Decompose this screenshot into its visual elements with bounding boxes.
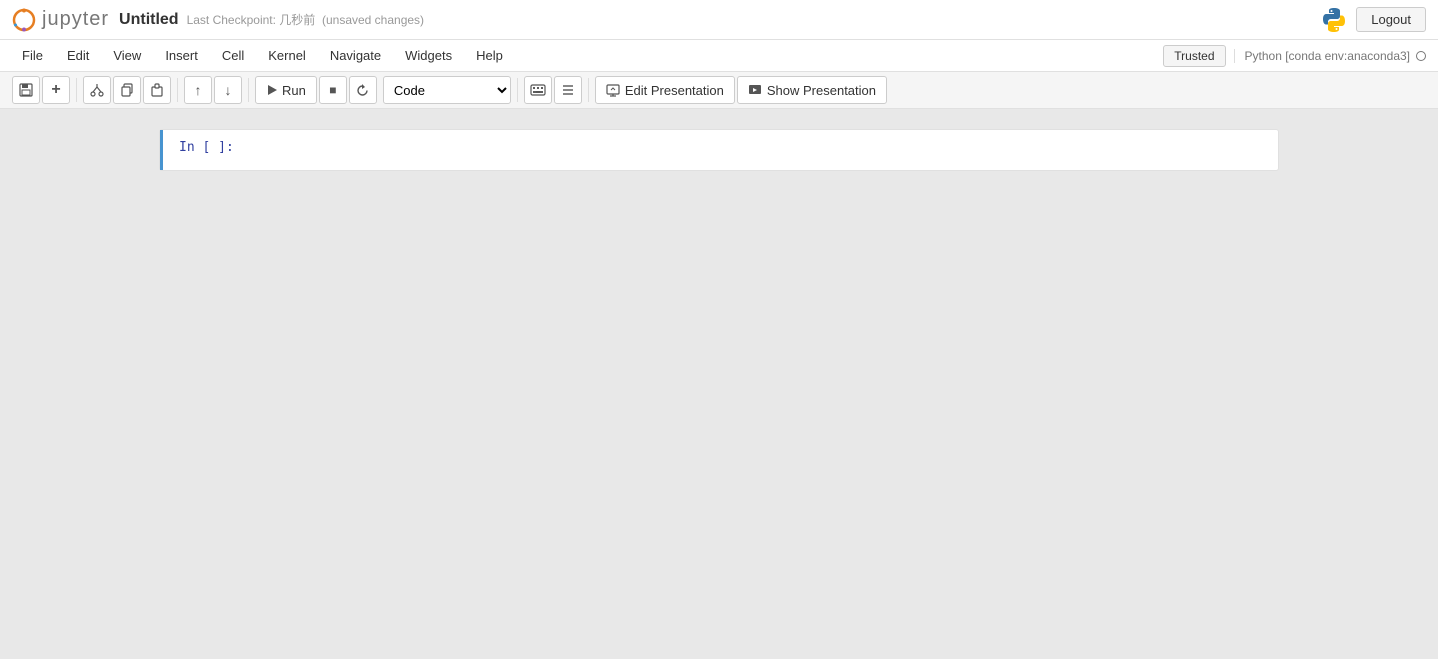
menu-cell[interactable]: Cell bbox=[212, 44, 254, 67]
toolbar-separator-4 bbox=[517, 78, 518, 102]
menu-bar: File Edit View Insert Cell Kernel Naviga… bbox=[0, 40, 1438, 72]
save-icon bbox=[19, 83, 33, 97]
menu-file[interactable]: File bbox=[12, 44, 53, 67]
add-cell-button[interactable]: + bbox=[42, 76, 70, 104]
menu-view[interactable]: View bbox=[103, 44, 151, 67]
python-logo-icon bbox=[1320, 6, 1348, 34]
run-button[interactable]: Run bbox=[255, 76, 317, 104]
keyboard-shortcuts-button[interactable] bbox=[524, 76, 552, 104]
menu-widgets[interactable]: Widgets bbox=[395, 44, 462, 67]
notebook-area: In [ ]: bbox=[0, 109, 1438, 191]
cell-input[interactable] bbox=[243, 130, 1278, 170]
run-label: Run bbox=[282, 83, 306, 98]
menu-kernel[interactable]: Kernel bbox=[258, 44, 316, 67]
edit-presentation-label: Edit Presentation bbox=[625, 83, 724, 98]
toolbar-separator-1 bbox=[76, 78, 77, 102]
move-down-button[interactable]: ↓ bbox=[214, 76, 242, 104]
paste-button[interactable] bbox=[143, 76, 171, 104]
edit-presentation-button[interactable]: Edit Presentation bbox=[595, 76, 735, 104]
title-bar: jupyter Untitled Last Checkpoint: 几秒前 (u… bbox=[0, 0, 1438, 40]
toolbar-separator-5 bbox=[588, 78, 589, 102]
restart-button[interactable] bbox=[349, 76, 377, 104]
notebook-title[interactable]: Untitled bbox=[119, 11, 179, 29]
toggle-outline-button[interactable] bbox=[554, 76, 582, 104]
kernel-info: Python [conda env:anaconda3] bbox=[1234, 49, 1426, 63]
menu-edit[interactable]: Edit bbox=[57, 44, 99, 67]
restart-icon bbox=[356, 84, 369, 97]
kernel-name: Python [conda env:anaconda3] bbox=[1245, 49, 1410, 63]
toolbar-separator-3 bbox=[248, 78, 249, 102]
cell-prompt: In [ ]: bbox=[163, 130, 243, 170]
stop-icon: ■ bbox=[329, 83, 336, 97]
keyboard-icon bbox=[530, 84, 546, 96]
logout-button[interactable]: Logout bbox=[1356, 7, 1426, 32]
notebook-container: In [ ]: bbox=[159, 129, 1279, 171]
menu-help[interactable]: Help bbox=[466, 44, 513, 67]
show-presentation-label: Show Presentation bbox=[767, 83, 876, 98]
menu-insert[interactable]: Insert bbox=[155, 44, 208, 67]
plus-icon: + bbox=[51, 81, 60, 99]
cut-button[interactable] bbox=[83, 76, 111, 104]
stop-button[interactable]: ■ bbox=[319, 76, 347, 104]
toolbar-separator-2 bbox=[177, 78, 178, 102]
cell-type-select[interactable]: Code Markdown Raw NBConvert Heading bbox=[383, 76, 511, 104]
copy-button[interactable] bbox=[113, 76, 141, 104]
toolbar: + ↑ ↓ Run bbox=[0, 72, 1438, 109]
list-icon bbox=[561, 83, 575, 97]
copy-icon bbox=[120, 83, 134, 97]
title-bar-right: Logout bbox=[1320, 6, 1426, 34]
move-down-icon: ↓ bbox=[225, 82, 232, 98]
paste-icon bbox=[150, 83, 164, 97]
checkpoint-info: Last Checkpoint: 几秒前 (unsaved changes) bbox=[187, 11, 424, 28]
jupyter-icon bbox=[12, 8, 36, 32]
trusted-button[interactable]: Trusted bbox=[1163, 45, 1225, 67]
menu-right: Trusted Python [conda env:anaconda3] bbox=[1163, 45, 1426, 67]
move-up-icon: ↑ bbox=[195, 82, 202, 98]
jupyter-wordmark: jupyter bbox=[42, 8, 109, 31]
run-icon bbox=[266, 84, 278, 96]
kernel-status-circle bbox=[1416, 51, 1426, 61]
code-cell[interactable]: In [ ]: bbox=[160, 130, 1278, 170]
show-presentation-icon bbox=[748, 83, 762, 97]
edit-presentation-icon bbox=[606, 83, 620, 97]
jupyter-logo: jupyter bbox=[12, 8, 109, 32]
move-up-button[interactable]: ↑ bbox=[184, 76, 212, 104]
show-presentation-button[interactable]: Show Presentation bbox=[737, 76, 887, 104]
save-button[interactable] bbox=[12, 76, 40, 104]
cut-icon bbox=[90, 83, 104, 97]
menu-navigate[interactable]: Navigate bbox=[320, 44, 391, 67]
